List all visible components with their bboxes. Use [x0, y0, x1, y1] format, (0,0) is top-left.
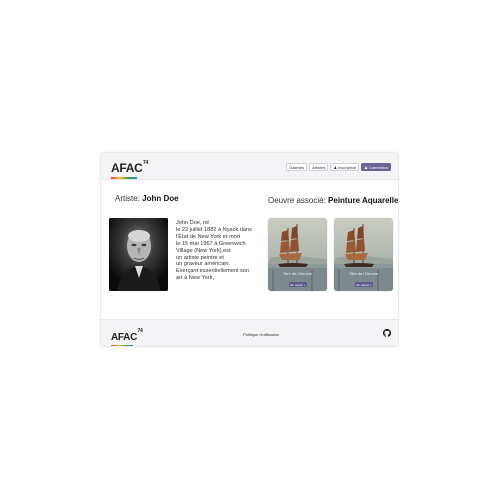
bio-line: l'État de New York et mort	[176, 233, 241, 240]
footer-logo-sup: 74	[137, 328, 143, 334]
learn-more-button[interactable]: En savoir +	[289, 282, 308, 287]
nav-connexion-button[interactable]: ♟Connexion	[361, 163, 391, 171]
bio-line: art à New York,	[176, 275, 214, 282]
artist-heading: Artiste: John Doe	[115, 194, 179, 203]
logo-underline	[111, 177, 137, 179]
work-name: Peinture Aquarelle	[328, 196, 398, 205]
learn-more-button[interactable]: En savoir +	[355, 282, 374, 287]
portrait-image	[109, 218, 168, 291]
app-window: AFAC74 Galeries Artistes ♟Inscription ♟C…	[101, 153, 398, 346]
bio-line: un graveur américain.	[176, 261, 231, 268]
bio-line: John Doe, né	[176, 220, 210, 226]
artwork-image	[334, 218, 393, 291]
nav-inscription-button[interactable]: ♟Inscription	[330, 163, 360, 171]
card-title: Titre de l'Oeuvre	[282, 271, 313, 276]
bio-line: le 22 juillet 1882 à Nyack dans	[176, 226, 252, 233]
artist-name: John Doe	[142, 194, 179, 203]
github-icon[interactable]	[383, 329, 391, 337]
footer-logo-text: AFAC	[111, 332, 138, 343]
nav-galeries-button[interactable]: Galeries	[286, 163, 308, 171]
footer-logo[interactable]: AFAC74	[111, 327, 143, 346]
bio-line: Exerçant essentiellement son	[176, 268, 250, 275]
bio-line: un artiste peintre et	[176, 254, 224, 261]
artwork-card[interactable]: Titre de l'Oeuvre En savoir +	[268, 218, 327, 291]
bio-line: Village (New York),est	[176, 247, 231, 254]
nav-galeries-label: Galeries	[289, 165, 305, 170]
usage-policy-link[interactable]: Politique d'utilisation	[243, 332, 279, 337]
bio-line: le 15 mai 1967 à Greenwich	[176, 240, 246, 247]
work-prefix: Oeuvre associé:	[268, 196, 329, 205]
nav-connexion-label: Connexion	[368, 165, 388, 170]
work-heading: Oeuvre associé: Peinture Aquarelle	[268, 196, 398, 205]
card-title: Titre de l'Oeuvre	[348, 271, 379, 276]
header: AFAC74 Galeries Artistes ♟Inscription ♟C…	[101, 153, 398, 180]
artwork-card[interactable]: Titre de l'Oeuvre En savoir +	[334, 218, 393, 291]
nav-inscription-label: Inscription	[338, 165, 357, 170]
nav-menu: Galeries Artistes ♟Inscription ♟Connexio…	[286, 163, 391, 171]
nav-artistes-label: Artistes	[312, 165, 326, 170]
logo-sup: 74	[142, 160, 148, 166]
artwork-image	[268, 218, 327, 291]
user-icon: ♟	[364, 165, 368, 170]
artist-portrait	[109, 218, 168, 291]
artist-bio: John Doe, né le 22 juillet 1882 à Nyack …	[176, 220, 266, 282]
artist-prefix: Artiste:	[115, 194, 143, 203]
logo[interactable]: AFAC74	[111, 159, 148, 179]
footer-logo-underline	[111, 345, 134, 346]
logo-text: AFAC	[111, 161, 143, 175]
nav-artistes-button[interactable]: Artistes	[309, 163, 329, 171]
user-plus-icon: ♟	[333, 165, 338, 170]
footer: AFAC74 Politique d'utilisation	[101, 319, 398, 346]
